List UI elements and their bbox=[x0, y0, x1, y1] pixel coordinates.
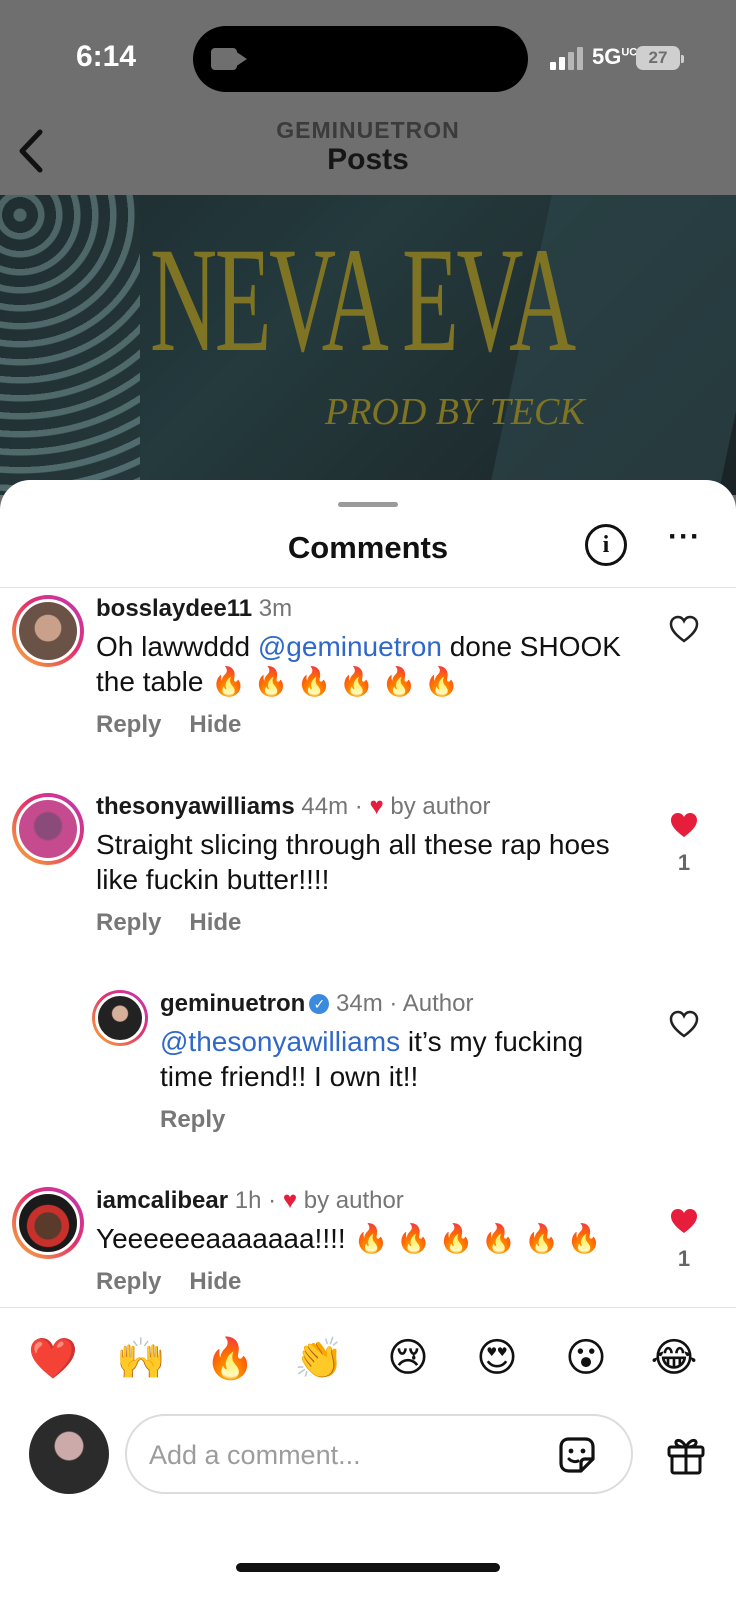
reaction-laughing[interactable]: 😂 bbox=[646, 1335, 702, 1381]
comment-text: Oh lawwddd @geminuetron done SHOOK the t… bbox=[96, 631, 621, 697]
avatar[interactable] bbox=[12, 1187, 84, 1259]
heart-filled-icon[interactable] bbox=[669, 811, 699, 839]
reaction-bar: ❤️ 🙌 🔥 👏 😢 😍 😮 😂 bbox=[0, 1335, 736, 1395]
hide-button[interactable]: Hide bbox=[189, 909, 241, 936]
mention-link[interactable]: @thesonyawilliams bbox=[160, 1026, 400, 1057]
comment-username[interactable]: geminuetron bbox=[160, 990, 305, 1017]
camera-icon bbox=[211, 48, 247, 70]
home-indicator[interactable] bbox=[236, 1563, 500, 1572]
hide-button[interactable]: Hide bbox=[189, 711, 241, 738]
separator: · bbox=[268, 1187, 277, 1214]
comment-text: Straight slicing through all these rap h… bbox=[96, 829, 610, 895]
nav-account-name: GEMINUETRON bbox=[276, 117, 460, 143]
info-icon[interactable]: i bbox=[585, 524, 627, 566]
heart-outline-icon[interactable] bbox=[669, 1010, 699, 1038]
comment-header: thesonyawilliams 44m · ♥ by author bbox=[96, 793, 636, 821]
sticker-icon[interactable] bbox=[555, 1433, 599, 1477]
network-suffix: UC bbox=[621, 46, 638, 59]
comment-username[interactable]: thesonyawilliams bbox=[96, 793, 295, 820]
comment-text: Yeeeeeeaaaaaaa!!!! 🔥 🔥 🔥 🔥 🔥 🔥 bbox=[96, 1223, 602, 1254]
avatar[interactable] bbox=[12, 595, 84, 667]
sheet-grabber[interactable] bbox=[338, 502, 398, 507]
comment-input[interactable] bbox=[149, 1436, 529, 1474]
separator: · bbox=[389, 990, 398, 1017]
divider bbox=[0, 587, 736, 588]
divider bbox=[0, 1307, 736, 1308]
avatar[interactable] bbox=[92, 990, 148, 1046]
reply-button[interactable]: Reply bbox=[96, 1268, 161, 1295]
reaction-surprised[interactable]: 😮 bbox=[558, 1335, 614, 1381]
heart-outline-icon[interactable] bbox=[669, 615, 699, 643]
separator: · bbox=[354, 793, 363, 820]
dynamic-island bbox=[193, 26, 528, 92]
reply-button[interactable]: Reply bbox=[96, 909, 161, 936]
reaction-heart[interactable]: ❤️ bbox=[25, 1335, 81, 1382]
comment-header: iamcalibear 1h · ♥ by author bbox=[96, 1187, 636, 1215]
cellular-signal-icon bbox=[550, 46, 584, 70]
comment-time: 34m bbox=[336, 990, 383, 1017]
image-pattern bbox=[0, 195, 140, 495]
comment-username[interactable]: bosslaydee11 bbox=[96, 595, 252, 622]
post-art-subtitle: PROD BY TECK bbox=[325, 391, 585, 433]
post-art-title: NEVA EVA bbox=[150, 217, 576, 383]
reaction-raised-hands[interactable]: 🙌 bbox=[113, 1335, 169, 1382]
heart-filled-icon: ♥ bbox=[282, 1187, 298, 1214]
comment-text: @thesonyawilliams it’s my fucking time f… bbox=[160, 1026, 584, 1092]
gift-icon[interactable] bbox=[664, 1433, 708, 1477]
comment-time: 1h bbox=[234, 1187, 262, 1214]
comment-header: bosslaydee11 3m bbox=[96, 595, 626, 623]
page-title: Posts bbox=[327, 143, 409, 176]
comment-username[interactable]: iamcalibear bbox=[96, 1187, 228, 1214]
current-user-avatar bbox=[29, 1414, 109, 1494]
heart-filled-icon: ♥ bbox=[369, 793, 384, 820]
more-horizontal-icon[interactable]: ··· bbox=[668, 520, 701, 554]
author-liked-badge: by author bbox=[390, 793, 491, 820]
reaction-clap[interactable]: 👏 bbox=[291, 1335, 347, 1382]
network-type: 5GUC bbox=[592, 44, 638, 69]
hide-button[interactable]: Hide bbox=[189, 1268, 241, 1295]
battery-indicator: 27 bbox=[636, 46, 684, 70]
reply-button[interactable]: Reply bbox=[160, 1106, 225, 1133]
comment-header: geminuetron ✓ 34m · Author bbox=[160, 990, 640, 1018]
status-time: 6:14 bbox=[76, 40, 137, 73]
comment-time: 44m bbox=[301, 793, 349, 820]
reaction-fire[interactable]: 🔥 bbox=[202, 1335, 258, 1382]
like-count: 1 bbox=[677, 850, 691, 875]
mention-link[interactable]: @geminuetron bbox=[258, 631, 442, 662]
post-image: NEVA EVA PROD BY TECK bbox=[0, 195, 736, 495]
comment-time: 3m bbox=[258, 595, 293, 622]
top-bar: 6:14 5GUC 27 GEMINUETRON Posts bbox=[0, 0, 736, 195]
verified-badge-icon: ✓ bbox=[309, 994, 330, 1014]
like-count: 1 bbox=[677, 1246, 691, 1271]
avatar[interactable] bbox=[12, 793, 84, 865]
reply-button[interactable]: Reply bbox=[96, 711, 161, 738]
comments-sheet: Comments i ··· bosslaydee11 3m Oh lawwdd… bbox=[0, 480, 736, 1600]
author-badge: Author bbox=[402, 990, 474, 1017]
reaction-crying[interactable]: 😢 bbox=[380, 1335, 436, 1381]
author-liked-badge: by author bbox=[303, 1187, 404, 1214]
reaction-heart-eyes[interactable]: 😍 bbox=[469, 1335, 525, 1381]
heart-filled-icon[interactable] bbox=[669, 1207, 699, 1235]
comment-composer bbox=[125, 1414, 633, 1494]
